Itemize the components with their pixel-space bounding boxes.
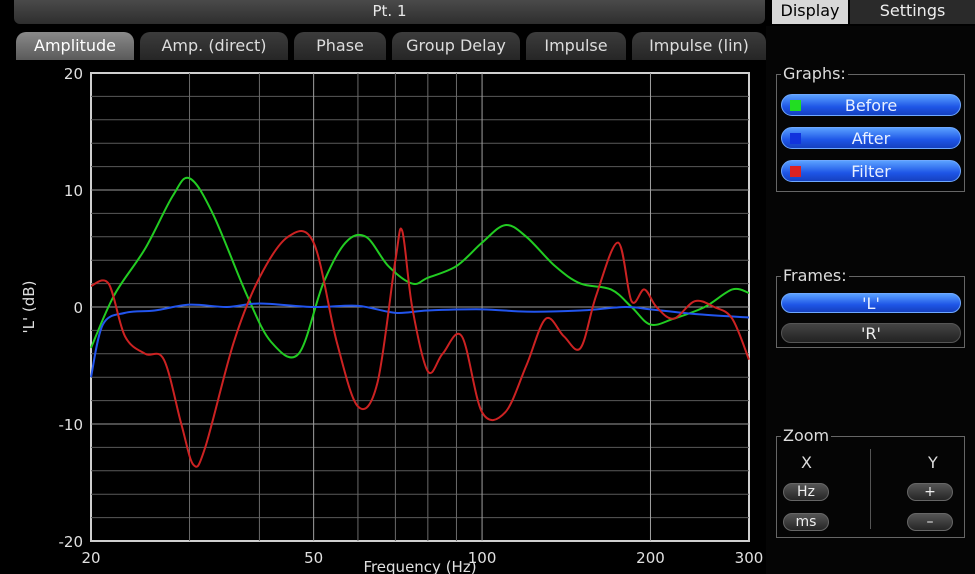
y-tick-label: 0 <box>73 299 83 317</box>
side-tab-bar: Display Settings <box>772 0 975 26</box>
graphs-group: Graphs: Before After Filter <box>776 64 965 192</box>
y-tick-label: 10 <box>64 182 83 200</box>
zoom-group: Zoom X Y Hz ms + – <box>776 426 965 538</box>
graph-label-after: After <box>851 129 891 148</box>
zoom-divider <box>870 449 871 529</box>
graph-label-before: Before <box>844 96 898 115</box>
filter-swatch-icon <box>790 166 801 177</box>
x-axis-label: Frequency (Hz) <box>363 558 476 574</box>
frame-r-button[interactable]: 'R' <box>781 323 961 343</box>
side-panel: Graphs: Before After Filter Frames: 'L' … <box>766 26 975 574</box>
zoom-x-label: X <box>801 453 812 472</box>
x-tick-label: 20 <box>81 549 100 567</box>
amplitude-chart[interactable]: 20100-10-2020 50 100 200 300 Frequency (Hz) … <box>0 60 766 574</box>
frames-legend: Frames: <box>781 266 849 285</box>
window-title: Pt. 1 <box>372 2 407 20</box>
frame-l-button[interactable]: 'L' <box>781 293 961 313</box>
x-tick-label: 50 <box>304 549 323 567</box>
window-title-bar: Pt. 1 <box>14 0 765 24</box>
zoom-ms-button[interactable]: ms <box>783 513 829 531</box>
graphs-legend: Graphs: <box>781 64 848 83</box>
tab-amp-direct[interactable]: Amp. (direct) <box>140 32 288 60</box>
graph-toggle-before[interactable]: Before <box>781 94 961 116</box>
tab-amplitude[interactable]: Amplitude <box>16 32 134 60</box>
tab-impulse-lin[interactable]: Impulse (lin) <box>632 32 766 60</box>
y-tick-label: -20 <box>59 533 84 551</box>
tab-settings[interactable]: Settings <box>850 0 975 24</box>
after-swatch-icon <box>790 133 801 144</box>
zoom-hz-button[interactable]: Hz <box>783 483 829 501</box>
graph-toggle-filter[interactable]: Filter <box>781 160 961 182</box>
x-tick-label: 200 <box>636 549 665 567</box>
y-axis-label: 'L' (dB) <box>20 281 38 334</box>
tab-impulse[interactable]: Impulse <box>526 32 626 60</box>
graph-label-filter: Filter <box>851 162 891 181</box>
tab-phase[interactable]: Phase <box>294 32 386 60</box>
tab-display[interactable]: Display <box>772 0 848 24</box>
zoom-out-button[interactable]: – <box>907 513 953 531</box>
zoom-legend: Zoom <box>781 426 832 445</box>
before-swatch-icon <box>790 100 801 111</box>
amplitude-plot-area[interactable]: 20 10 0 -10 -20 20 50 100 200 300 Frequency (Hz) … <box>0 60 766 574</box>
x-tick-label: 300 <box>735 549 764 567</box>
zoom-y-label: Y <box>928 453 938 472</box>
y-tick-label: 20 <box>64 65 83 83</box>
y-tick-label: -10 <box>59 416 84 434</box>
graph-toggle-after[interactable]: After <box>781 127 961 149</box>
zoom-in-button[interactable]: + <box>907 483 953 501</box>
frames-group: Frames: 'L' 'R' <box>776 266 965 348</box>
tab-group-delay[interactable]: Group Delay <box>392 32 520 60</box>
